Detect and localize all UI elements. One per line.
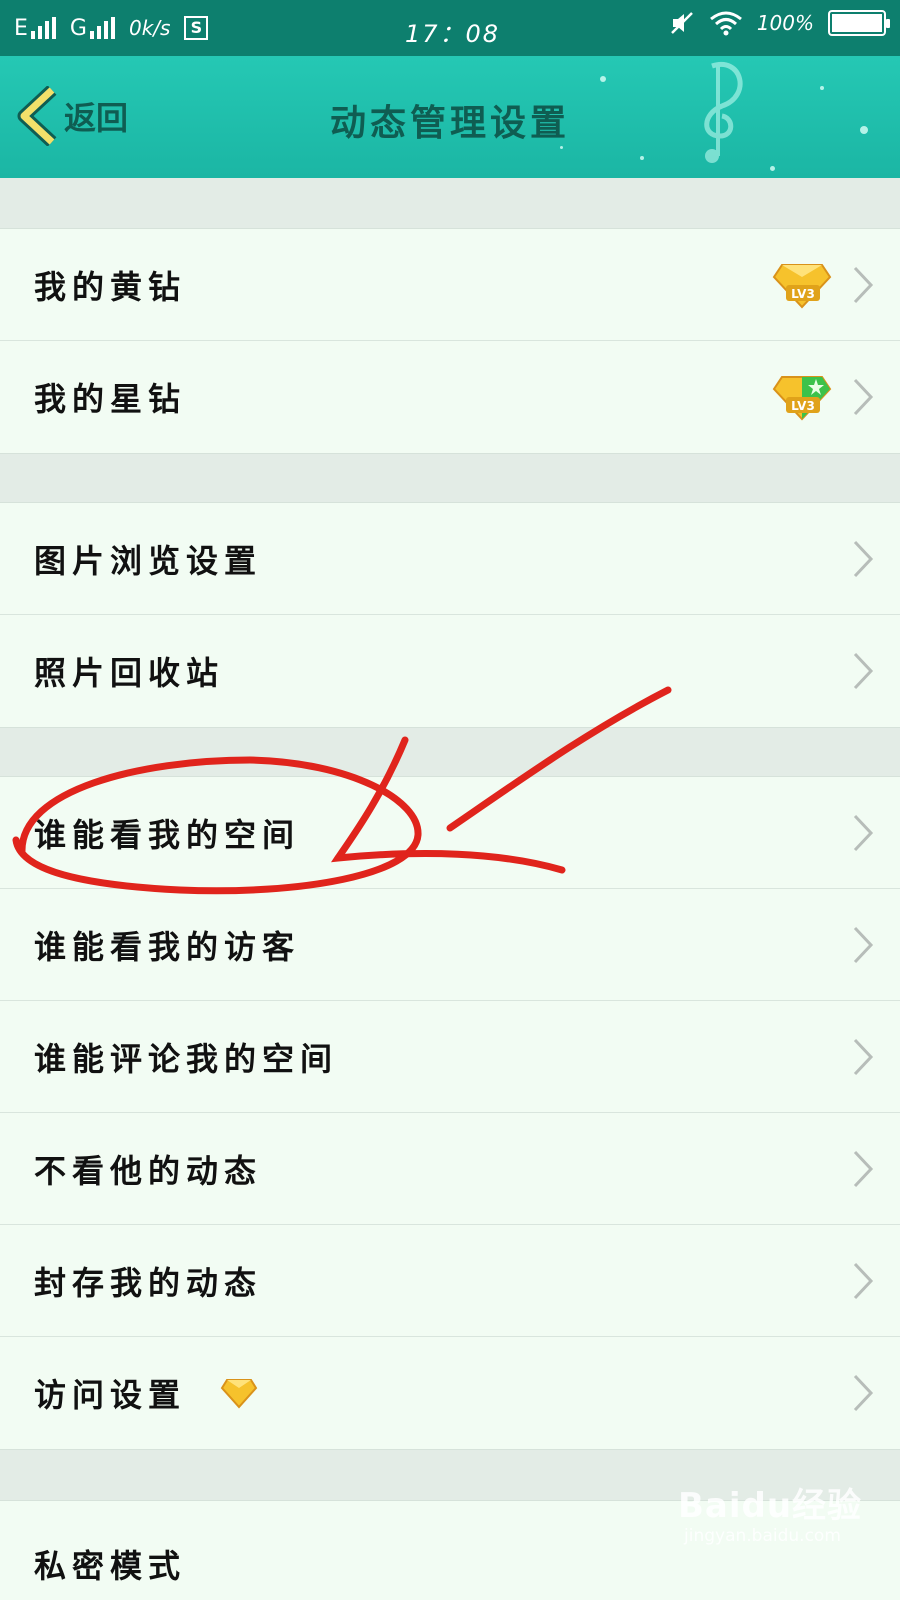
row-label: 谁能看我的空间: [34, 815, 301, 854]
chevron-right-icon: [853, 1150, 874, 1187]
mute-icon: [670, 12, 693, 34]
list-item[interactable]: 谁能看我的空间: [0, 777, 900, 889]
yellow-diamond-lv3-icon: LV3: [772, 263, 832, 308]
list-item[interactable]: 私密模式: [0, 1501, 900, 1600]
row-label: 封存我的动态: [34, 1263, 263, 1302]
settings-group: 图片浏览设置 照片回收站: [0, 502, 900, 728]
battery-icon: [828, 10, 890, 36]
signal-e: E: [14, 16, 56, 41]
list-item[interactable]: 不看他的动态: [0, 1113, 900, 1225]
chevron-right-icon: [853, 540, 874, 577]
chevron-right-icon: [853, 652, 874, 690]
list-item[interactable]: 访问设置: [0, 1337, 900, 1449]
row-label: 谁能看我的访客: [34, 927, 301, 966]
list-item[interactable]: 我的黄钻 LV3: [0, 229, 900, 341]
page-title: 动态管理设置: [329, 102, 570, 144]
star-diamond-lv3-icon: LV3: [772, 376, 832, 421]
signal-icon: [30, 17, 56, 39]
signal-g: G: [70, 16, 115, 41]
battery-percent: 100%: [756, 11, 814, 35]
status-time: 17：08: [405, 20, 501, 48]
list-item[interactable]: 照片回收站: [0, 615, 900, 727]
badge-text: LV3: [791, 287, 815, 301]
list-item[interactable]: 我的星钻 LV3: [0, 341, 900, 453]
settings-group: 谁能看我的空间 谁能看我的访客 谁能评论我的空间 不看他的动态 封存我的动态 访…: [0, 776, 900, 1450]
list-item[interactable]: 封存我的动态: [0, 1225, 900, 1337]
list-item[interactable]: 图片浏览设置: [0, 503, 900, 615]
screenshot-icon: S: [184, 16, 209, 40]
signal-icon: [89, 17, 115, 39]
list-item[interactable]: 谁能看我的访客: [0, 889, 900, 1001]
row-label: 我的星钻: [34, 380, 187, 418]
settings-group: 我的黄钻 LV3 我的星钻 LV3: [0, 228, 900, 454]
signal-g-label: G: [69, 15, 87, 41]
wifi-icon: [709, 11, 742, 36]
row-label: 私密模式: [34, 1547, 187, 1585]
row-label: 谁能评论我的空间: [34, 1039, 339, 1078]
list-item[interactable]: 谁能评论我的空间: [0, 1001, 900, 1113]
yellow-diamond-icon: [220, 1379, 258, 1409]
signal-e-label: E: [14, 15, 28, 41]
row-label: 不看他的动态: [34, 1151, 263, 1190]
chevron-right-icon: [853, 1374, 874, 1412]
chevron-right-icon: [853, 266, 874, 303]
row-label: 照片回收站: [34, 654, 225, 692]
chevron-right-icon: [853, 926, 874, 963]
chevron-right-icon: [853, 378, 874, 416]
row-label: 图片浏览设置: [34, 541, 263, 580]
chevron-right-icon: [853, 814, 874, 851]
chevron-right-icon: [853, 1038, 874, 1075]
title-bar: 返回 动态管理设置: [0, 56, 900, 178]
row-label: 我的黄钻: [34, 267, 187, 306]
network-speed: 0k/s: [128, 16, 171, 40]
settings-group: 私密模式: [0, 1500, 900, 1600]
status-bar: E G 0k/s S 17：08 100%: [0, 0, 900, 56]
badge-text: LV3: [791, 399, 815, 413]
chevron-right-icon: [853, 1262, 874, 1299]
row-label: 访问设置: [34, 1376, 187, 1414]
